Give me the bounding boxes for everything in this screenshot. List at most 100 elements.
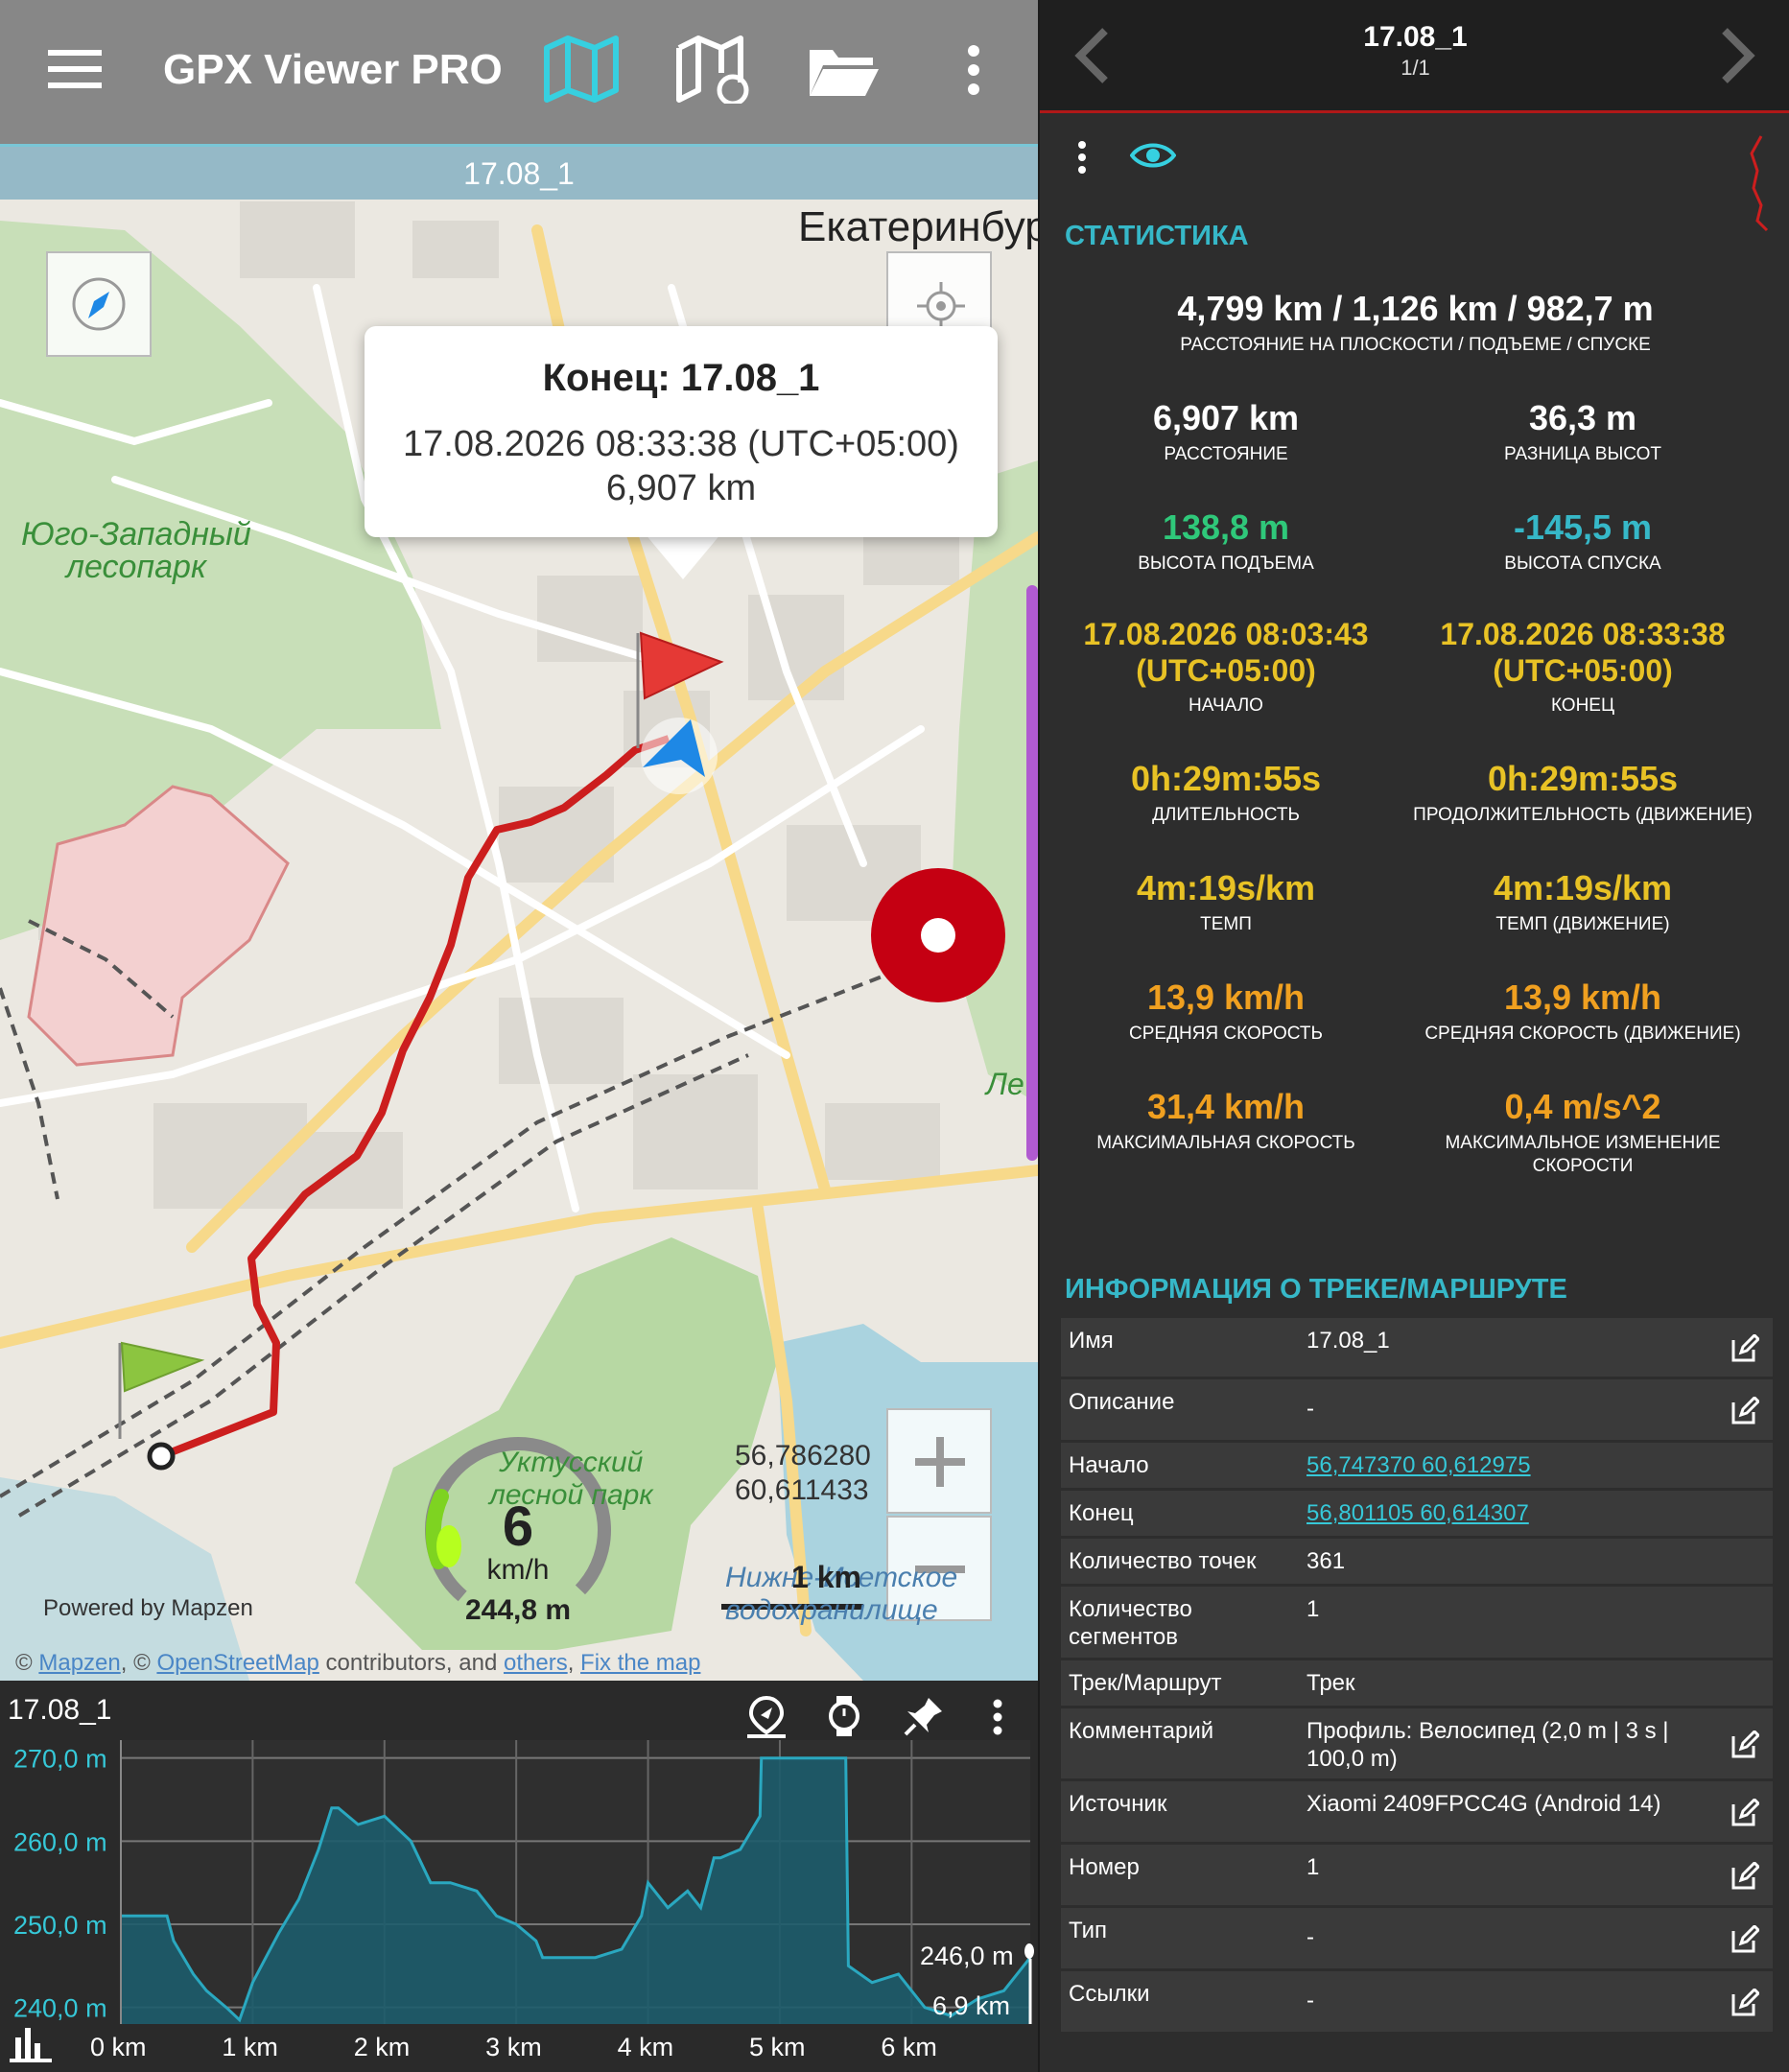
info-key: Трек/Маршрут [1069, 1670, 1222, 1696]
chevron-right-icon [1722, 28, 1755, 83]
powered-by: Powered by Mapzen [43, 1595, 253, 1621]
next-track-button[interactable] [1719, 27, 1757, 94]
edit-icon[interactable] [1730, 1862, 1759, 1891]
current-position-icon[interactable] [641, 718, 718, 794]
statistics-title: СТАТИСТИКА [1065, 221, 1249, 251]
stat-end-time: 17.08.2026 08:33:38 (UTC+05:00) КОНЕЦ [1440, 617, 1726, 716]
info-value: Трек [1306, 1670, 1355, 1696]
watch-icon[interactable] [825, 1694, 863, 1738]
pin-icon[interactable] [902, 1694, 946, 1738]
edit-icon[interactable] [1730, 1925, 1759, 1954]
info-value: 1 [1306, 1596, 1320, 1622]
current-position-dot [1024, 1943, 1034, 1959]
x-tick-label: 5 km [749, 2033, 806, 2061]
edit-icon[interactable] [1730, 1397, 1759, 1425]
stat-distance: 6,907 km РАССТОЯНИЕ [1152, 398, 1300, 465]
elevation-panel[interactable]: 240,0 m 250,0 m 260,0 m 270,0 m 0 km 1 km 2 km… [0, 1681, 1038, 2072]
elevation-chart[interactable]: 240,0 m 250,0 m 260,0 m 270,0 m 0 km 1 km 2 km… [0, 1681, 1038, 2072]
waypoint-pin-icon[interactable] [743, 1694, 789, 1738]
info-value: 17.08_1 [1306, 1328, 1390, 1354]
osm-link[interactable]: OpenStreetMap [156, 1650, 318, 1676]
info-value: - [1306, 1396, 1314, 1422]
edit-icon[interactable] [1730, 1334, 1759, 1363]
coordinates-link[interactable]: 56,747370 60,612975 [1306, 1451, 1690, 1479]
y-tick-label: 240,0 m [13, 1994, 107, 2023]
y-tick-label: 250,0 m [13, 1911, 107, 1940]
x-tick-label: 4 km [618, 2033, 674, 2061]
map-view[interactable]: GPX Viewer PRO 17.08_1 Екатеринбург Юго-… [0, 0, 1038, 1681]
current-elevation-label: 246,0 m [920, 1942, 1014, 1970]
info-value: 1 [1306, 1854, 1320, 1880]
active-track-name: 17.08_1 [463, 156, 575, 191]
zoom-in-button[interactable] [886, 1408, 992, 1514]
active-track-strip[interactable]: 17.08_1 [0, 144, 1038, 200]
center-coordinates: 56,786280 60,611433 [735, 1440, 871, 1506]
info-key: Источник [1069, 1791, 1167, 1817]
info-key: Количество сегментов [1069, 1596, 1192, 1650]
x-tick-label: 0 km [90, 2033, 147, 2061]
fix-map-link[interactable]: Fix the map [580, 1650, 700, 1676]
map-layers-icon[interactable] [543, 35, 620, 104]
y-tick-label: 260,0 m [13, 1827, 107, 1856]
speed-unit: km/h [486, 1554, 550, 1586]
chart-stats-icon[interactable] [10, 2028, 52, 2062]
start-point-marker[interactable] [147, 1442, 176, 1471]
stat-distance-breakdown: 4,799 km / 1,126 km / 982,7 m РАССТОЯНИЕ … [1177, 289, 1654, 356]
info-row[interactable]: Начало 56,747370 60,612975 [1061, 1443, 1773, 1491]
track-info-table: Имя 17.08_1 Описание - Начало 56,747370 60,61… [1061, 1318, 1773, 2035]
folder-icon[interactable] [808, 42, 879, 98]
edit-icon[interactable] [1730, 1989, 1759, 2017]
others-link[interactable]: others [504, 1650, 568, 1676]
plus-icon [915, 1437, 965, 1487]
menu-icon[interactable] [48, 50, 102, 88]
stat-moving-pace: 4m:19s/km ТЕМП (ДВИЖЕНИЕ) [1493, 868, 1673, 935]
eye-icon[interactable] [1130, 140, 1176, 171]
info-row[interactable]: Имя 17.08_1 [1061, 1318, 1773, 1379]
stat-start-time: 17.08.2026 08:03:43 (UTC+05:00) НАЧАЛО [1083, 617, 1369, 716]
info-key: Количество точек [1069, 1548, 1257, 1574]
info-row: Трек/Маршрут Трек [1061, 1660, 1773, 1708]
mapzen-link[interactable]: Mapzen [38, 1650, 120, 1676]
track-info-title: ИНФОРМАЦИЯ О ТРЕКЕ/МАРШРУТЕ [1065, 1274, 1567, 1305]
offline-map-icon[interactable] [675, 35, 752, 104]
city-label: Екатеринбург [798, 203, 1038, 250]
more-options-icon[interactable] [967, 44, 980, 96]
info-value: - [1306, 1924, 1314, 1950]
map-canvas[interactable] [0, 0, 1038, 1681]
info-row[interactable]: Источник Xiaomi 2409FPCC4G (Android 14) [1061, 1781, 1773, 1845]
info-key: Комментарий [1069, 1718, 1214, 1744]
stat-duration: 0h:29m:55s ДЛИТЕЛЬНОСТЬ [1130, 759, 1322, 826]
details-more-icon[interactable] [1076, 140, 1088, 175]
info-value: Xiaomi 2409FPCC4G (Android 14) [1306, 1791, 1661, 1817]
x-tick-label: 2 km [354, 2033, 411, 2061]
app-title: GPX Viewer PRO [163, 46, 503, 93]
info-key: Тип [1069, 1918, 1108, 1943]
info-row[interactable]: Тип - [1061, 1908, 1773, 1971]
track-preview-thumbnail [1750, 135, 1769, 232]
current-distance-label: 6,9 km [932, 1991, 1010, 2020]
compass-button[interactable] [46, 251, 152, 357]
info-row[interactable]: Номер 1 [1061, 1845, 1773, 1908]
map-attribution: © Mapzen, © OpenStreetMap contributors, … [15, 1650, 701, 1676]
info-key: Ссылки [1069, 1981, 1150, 2007]
chart-more-icon[interactable] [992, 1698, 1003, 1736]
info-row[interactable]: Комментарий Профиль: Велосипед (2,0 m | 3… [1061, 1708, 1773, 1781]
coordinates-link[interactable]: 56,801105 60,614307 [1306, 1499, 1690, 1527]
info-value: 361 [1306, 1548, 1346, 1574]
edit-icon[interactable] [1730, 1799, 1759, 1827]
record-marker-icon[interactable] [871, 868, 1005, 1002]
x-tick-label: 3 km [485, 2033, 542, 2061]
info-row[interactable]: Конец 56,801105 60,614307 [1061, 1491, 1773, 1539]
marker-popup[interactable]: Конец: 17.08_1 17.08.2026 08:33:38 (UTC+… [365, 326, 998, 537]
info-row[interactable]: Описание - [1061, 1379, 1773, 1443]
stat-pace: 4m:19s/km ТЕМП [1136, 868, 1316, 935]
elevation-track-name: 17.08_1 [8, 1694, 112, 1726]
info-key: Номер [1069, 1854, 1140, 1880]
compass-icon [72, 277, 126, 331]
info-row[interactable]: Ссылки - [1061, 1971, 1773, 2035]
edit-icon[interactable] [1730, 1731, 1759, 1759]
stat-max-speed: 31,4 km/h МАКСИМАЛЬНАЯ СКОРОСТЬ [1096, 1087, 1355, 1154]
track-details-panel: 17.08_1 1/1 СТАТИСТИКА 4,799 km / 1,126 … [1038, 0, 1789, 2072]
stat-climb: 138,8 m ВЫСОТА ПОДЪЕМА [1138, 507, 1314, 575]
info-key: Описание [1069, 1389, 1175, 1415]
